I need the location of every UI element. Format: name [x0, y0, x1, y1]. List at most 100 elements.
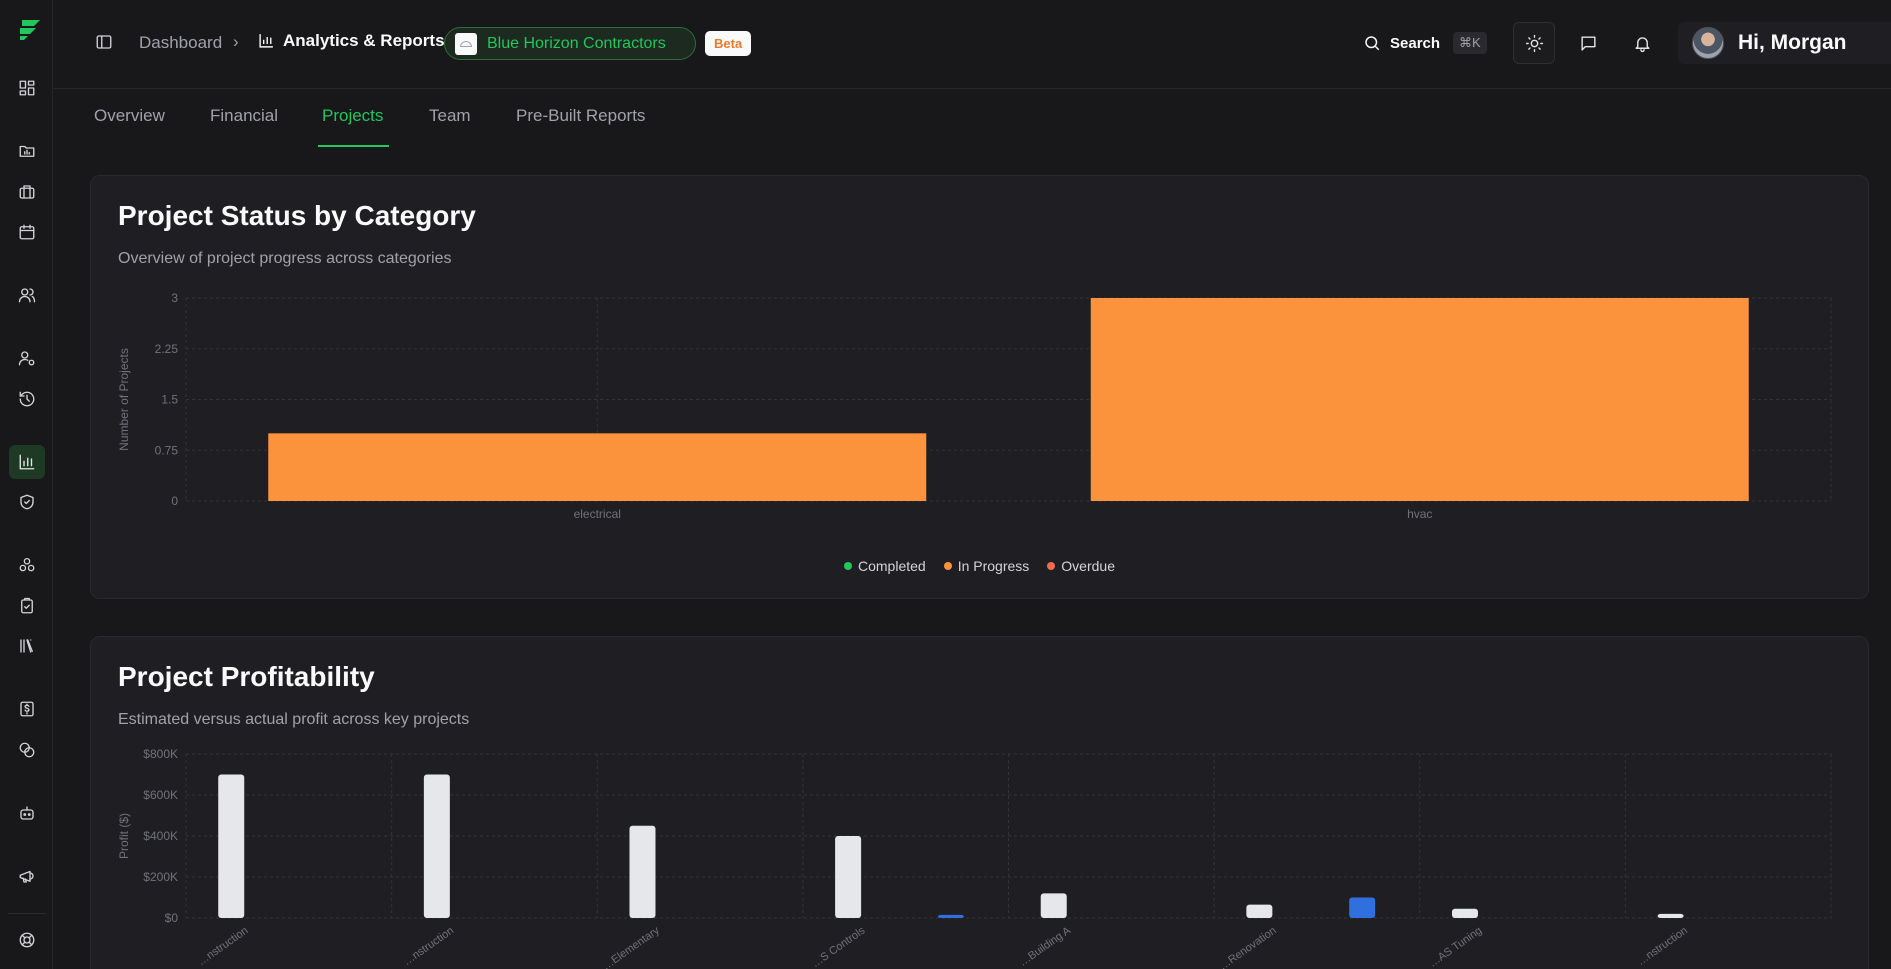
x-tick-label: …nstruction	[1635, 925, 1690, 969]
active-tab-indicator	[318, 145, 389, 147]
x-tick-label: …nstruction	[196, 925, 251, 969]
y-tick-label: 2.25	[155, 342, 179, 356]
dashboard-grid-icon[interactable]	[13, 74, 41, 102]
search-icon[interactable]	[1363, 34, 1382, 53]
theme-toggle-button[interactable]	[1513, 22, 1555, 64]
x-tick-label: …Renovation	[1217, 925, 1278, 969]
y-axis-label: Number of Projects	[117, 348, 131, 451]
coins-icon[interactable]	[13, 736, 41, 764]
legend-label: In Progress	[957, 558, 1030, 574]
y-tick-label: $800K	[143, 747, 178, 761]
top-header: Dashboard › Analytics & Reports Blue Hor…	[53, 0, 1891, 89]
search-button[interactable]: Search	[1390, 35, 1440, 52]
status-bar	[1090, 298, 1749, 501]
x-tick-label: electrical	[574, 507, 621, 521]
bot-icon[interactable]	[13, 799, 41, 827]
sidebar	[0, 0, 53, 969]
profit-bar	[1246, 904, 1273, 918]
y-tick-label: 3	[171, 291, 178, 305]
library-icon[interactable]	[13, 632, 41, 660]
y-tick-label: $600K	[143, 788, 178, 802]
tab-team[interactable]: Team	[429, 106, 471, 126]
card-title: Project Profitability	[118, 661, 375, 692]
profit-bar	[835, 836, 862, 918]
chat-icon	[1580, 35, 1596, 51]
calendar-icon[interactable]	[13, 218, 41, 246]
bell-icon	[1634, 36, 1650, 52]
company-selector[interactable]: Blue Horizon Contractors	[444, 27, 696, 60]
clipboard-check-icon[interactable]	[13, 592, 41, 620]
profit-bar	[937, 914, 964, 918]
folder-chart-icon[interactable]	[13, 137, 41, 165]
legend-item-completed[interactable]: Completed	[844, 558, 926, 574]
status-bar	[268, 433, 927, 501]
project-profitability-card: Project Profitability Estimated versus a…	[90, 636, 1869, 969]
breadcrumb-dashboard[interactable]: Dashboard	[139, 33, 222, 53]
project-status-card: Project Status by Category Overview of p…	[90, 175, 1869, 599]
y-tick-label: 1.5	[161, 393, 178, 407]
y-tick-label: 0	[171, 494, 178, 508]
legend-item-in-progress[interactable]: In Progress	[943, 558, 1030, 574]
tab-pre-built-reports[interactable]: Pre-Built Reports	[516, 106, 645, 126]
profit-bar	[1040, 893, 1067, 918]
company-logo-icon	[455, 32, 477, 55]
y-tick-label: $0	[165, 911, 179, 925]
x-tick-label: …AS Tuning	[1427, 925, 1484, 969]
profit-bar	[1657, 913, 1684, 918]
user-menu[interactable]: Hi, Morgan	[1678, 22, 1891, 64]
app-logo-icon[interactable]	[16, 16, 44, 44]
profit-bar	[1349, 897, 1376, 918]
history-icon[interactable]	[13, 385, 41, 413]
profit-bar	[629, 825, 656, 918]
card-subtitle: Estimated versus actual profit across ke…	[118, 711, 470, 728]
legend-dot	[1047, 562, 1056, 570]
analytics-bar-chart-icon[interactable]	[9, 445, 45, 479]
beta-badge: Beta	[705, 31, 752, 56]
y-tick-label: $200K	[143, 870, 178, 884]
x-tick-label: hvac	[1407, 507, 1432, 521]
legend-label: Completed	[858, 558, 926, 574]
profit-bar	[218, 774, 245, 918]
panel-toggle-icon[interactable]	[95, 33, 115, 53]
chart-legend: Completed In Progress Overdue	[91, 558, 1868, 574]
cluster-icon[interactable]	[13, 551, 41, 579]
users-icon[interactable]	[13, 281, 41, 309]
briefcase-icon[interactable]	[13, 178, 41, 206]
help-lifebuoy-icon[interactable]	[13, 926, 41, 954]
y-tick-label: $400K	[143, 829, 178, 843]
shield-check-icon[interactable]	[13, 488, 41, 516]
card-title: Project Status by Category	[118, 200, 476, 231]
legend-dot	[844, 562, 852, 570]
y-axis-label: Profit ($)	[117, 813, 131, 859]
project-profitability-chart: $0 $200K $400K $600K $800K …nstruction …nstruc…	[117, 747, 1832, 969]
notifications-button[interactable]	[1621, 22, 1663, 64]
x-tick-label: …Elementary	[600, 924, 662, 969]
avatar	[1692, 27, 1724, 59]
legend-dot	[943, 562, 952, 570]
breadcrumb-separator: ›	[233, 32, 239, 51]
user-settings-icon[interactable]	[13, 344, 41, 372]
card-subtitle: Overview of project progress across cate…	[118, 250, 452, 267]
megaphone-icon[interactable]	[13, 862, 41, 890]
y-tick-label: 0.75	[155, 443, 179, 457]
x-tick-label: …Building A	[1017, 924, 1074, 969]
search-shortcut: ⌘K	[1453, 32, 1487, 54]
sun-icon	[1525, 34, 1543, 52]
legend-item-overdue[interactable]: Overdue	[1047, 558, 1115, 574]
x-tick-label: …S Controls	[809, 924, 867, 969]
invoice-dollar-icon[interactable]	[13, 695, 41, 723]
tab-financial[interactable]: Financial	[210, 106, 278, 126]
messages-button[interactable]	[1567, 22, 1609, 64]
breadcrumb-current: Analytics & Reports	[283, 31, 445, 50]
analytics-icon	[258, 32, 276, 50]
legend-label: Overdue	[1061, 558, 1115, 574]
project-status-chart: 0 0.75 1.5 2.25 3 electrical hvac Number of Pro…	[117, 291, 1832, 521]
tab-projects[interactable]: Projects	[322, 106, 383, 126]
x-tick-label: …nstruction	[401, 925, 456, 969]
profit-bar	[1451, 908, 1478, 918]
profit-bar	[423, 774, 450, 918]
company-name: Blue Horizon Contractors	[487, 34, 666, 52]
sidebar-divider	[8, 913, 46, 914]
user-greeting: Hi, Morgan	[1738, 31, 1847, 54]
tab-overview[interactable]: Overview	[94, 106, 165, 126]
